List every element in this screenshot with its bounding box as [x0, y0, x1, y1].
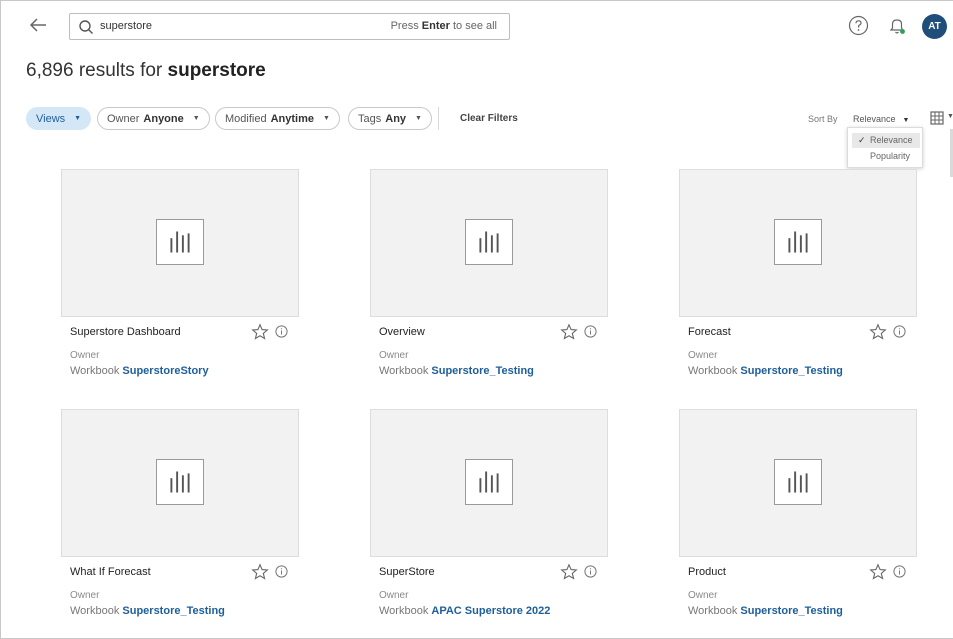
filter-owner[interactable]: Owner Anyone ▼	[97, 107, 210, 130]
sort-option-popularity[interactable]: Popularity	[852, 149, 920, 164]
star-icon[interactable]	[251, 323, 269, 341]
filter-modified[interactable]: Modified Anytime ▼	[215, 107, 340, 130]
card-thumbnail[interactable]	[679, 409, 917, 557]
filter-divider	[438, 107, 439, 130]
results-heading: 6,896 results for superstore	[26, 60, 266, 81]
star-icon[interactable]	[869, 323, 887, 341]
card-thumbnail[interactable]	[679, 169, 917, 317]
chevron-down-icon: ▼	[74, 115, 82, 122]
user-avatar[interactable]: AT	[922, 14, 947, 39]
card-thumbnail[interactable]	[61, 169, 299, 317]
chevron-down-icon: ▼	[322, 115, 330, 122]
workbook-link[interactable]: Superstore_Testing	[740, 365, 843, 377]
info-icon[interactable]	[893, 325, 906, 338]
workbook-link[interactable]: Superstore_Testing	[122, 605, 225, 617]
star-icon[interactable]	[560, 563, 578, 581]
card-title[interactable]: What If Forecast	[70, 566, 151, 578]
checkmark-icon: ✓	[858, 135, 866, 145]
star-icon[interactable]	[560, 323, 578, 341]
card-title[interactable]: SuperStore	[379, 566, 435, 578]
search-icon	[79, 20, 93, 34]
chart-icon	[156, 459, 204, 505]
info-icon[interactable]	[584, 325, 597, 338]
star-icon[interactable]	[251, 563, 269, 581]
chart-icon	[774, 459, 822, 505]
card-thumbnail[interactable]	[370, 409, 608, 557]
card-owner: Owner	[379, 350, 409, 361]
sort-dropdown[interactable]: Relevance ▼	[853, 114, 909, 124]
card-workbook: Workbook Superstore_Testing	[688, 605, 843, 617]
info-icon[interactable]	[275, 565, 288, 578]
workbook-link[interactable]: APAC Superstore 2022	[431, 605, 550, 617]
search-input[interactable]: superstore Press Enter to see all	[69, 13, 510, 40]
chevron-down-icon: ▼	[192, 115, 200, 122]
chart-icon	[156, 219, 204, 265]
card-workbook: Workbook APAC Superstore 2022	[379, 605, 551, 617]
card-owner: Owner	[688, 590, 718, 601]
grid-view-icon[interactable]	[930, 111, 944, 125]
sort-menu: ✓ Relevance Popularity	[847, 127, 923, 168]
star-icon[interactable]	[869, 563, 887, 581]
back-arrow-icon[interactable]	[27, 14, 49, 36]
card-owner: Owner	[379, 590, 409, 601]
workbook-link[interactable]: Superstore_Testing	[431, 365, 534, 377]
workbook-link[interactable]: Superstore_Testing	[740, 605, 843, 617]
caret-down-icon: ▼	[902, 117, 910, 124]
chart-icon	[465, 459, 513, 505]
chevron-down-icon: ▼	[415, 115, 422, 122]
clear-filters-button[interactable]: Clear Filters	[460, 113, 518, 124]
card-workbook: Workbook Superstore_Testing	[70, 605, 225, 617]
help-icon[interactable]	[848, 15, 869, 36]
card-workbook: Workbook Superstore_Testing	[379, 365, 534, 377]
info-icon[interactable]	[893, 565, 906, 578]
info-icon[interactable]	[275, 325, 288, 338]
filter-tags[interactable]: Tags Any ▼	[348, 107, 432, 130]
card-title[interactable]: Overview	[379, 326, 425, 338]
card-thumbnail[interactable]	[61, 409, 299, 557]
sort-by-label: Sort By	[808, 114, 838, 124]
filter-views[interactable]: Views ▼	[26, 107, 92, 130]
search-query: superstore	[100, 20, 152, 32]
card-workbook: Workbook Superstore_Testing	[688, 365, 843, 377]
chart-icon	[465, 219, 513, 265]
view-toggle-caret-icon[interactable]: ▼	[947, 113, 953, 120]
card-owner: Owner	[70, 590, 100, 601]
search-hint: Press Enter to see all	[390, 20, 497, 32]
info-icon[interactable]	[584, 565, 597, 578]
card-title[interactable]: Superstore Dashboard	[70, 326, 181, 338]
workbook-link[interactable]: SuperstoreStory	[122, 365, 208, 377]
card-title[interactable]: Forecast	[688, 326, 731, 338]
card-thumbnail[interactable]	[370, 169, 608, 317]
card-owner: Owner	[70, 350, 100, 361]
card-workbook: Workbook SuperstoreStory	[70, 365, 209, 377]
notifications-bell-icon[interactable]	[886, 15, 908, 37]
card-owner: Owner	[688, 350, 718, 361]
sort-option-relevance[interactable]: ✓ Relevance	[852, 133, 920, 148]
chart-icon	[774, 219, 822, 265]
card-title[interactable]: Product	[688, 566, 726, 578]
